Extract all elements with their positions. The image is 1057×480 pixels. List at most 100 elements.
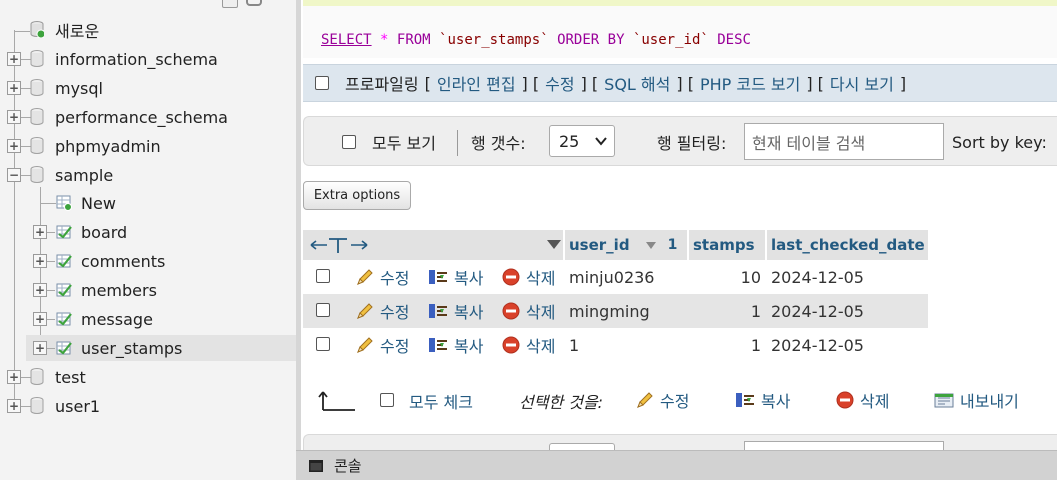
database-label: user1 bbox=[55, 396, 101, 416]
table-item-members[interactable]: members bbox=[56, 277, 157, 303]
sql-select-keyword[interactable]: SELECT bbox=[321, 32, 372, 48]
cell-stamps[interactable]: 1 bbox=[693, 294, 761, 328]
row-copy-button[interactable]: 복사 bbox=[427, 328, 483, 362]
explain-sql-link[interactable]: SQL 해석 bbox=[604, 71, 670, 95]
expand-toggle-test[interactable]: + bbox=[7, 370, 21, 384]
filter-rows-input[interactable]: 현재 테이블 검색 bbox=[744, 123, 944, 160]
row-checkbox[interactable] bbox=[316, 337, 330, 351]
bulk-export-button[interactable]: 내보내기 bbox=[933, 382, 1019, 418]
table-label: user_stamps bbox=[81, 338, 183, 358]
edit-query-link[interactable]: 수정 bbox=[545, 71, 574, 95]
row-delete-label: 삭제 bbox=[526, 269, 556, 288]
console-bar[interactable]: 콘솔 bbox=[296, 450, 1057, 480]
pencil-icon bbox=[357, 269, 373, 285]
cell-user_id[interactable]: minju0236 bbox=[569, 260, 654, 294]
bulk-copy-label: 복사 bbox=[761, 392, 791, 411]
results-table-header: user_id 1 stamps last_checked_date bbox=[303, 230, 928, 260]
row-edit-button[interactable]: 수정 bbox=[355, 260, 409, 294]
row-edit-button[interactable]: 수정 bbox=[355, 328, 409, 362]
sql-from-keyword: FROM bbox=[396, 32, 431, 48]
database-item-test[interactable]: test bbox=[30, 364, 86, 390]
row-copy-button[interactable]: 복사 bbox=[427, 260, 483, 294]
table-icon bbox=[56, 341, 72, 355]
cell-last_checked_date[interactable]: 2024-12-05 bbox=[771, 294, 864, 328]
row-delete-label: 삭제 bbox=[526, 303, 556, 322]
row-checkbox[interactable] bbox=[316, 269, 330, 283]
cell-stamps[interactable]: 1 bbox=[693, 328, 761, 362]
row-delete-button[interactable]: 삭제 bbox=[501, 294, 555, 328]
column-header-user_id-label: user_id bbox=[569, 236, 630, 254]
cell-user_id[interactable]: mingming bbox=[569, 294, 650, 328]
profiling-checkbox[interactable] bbox=[315, 76, 329, 90]
cell-last_checked_date[interactable]: 2024-12-05 bbox=[771, 260, 864, 294]
extra-options-button[interactable]: Extra options bbox=[303, 181, 411, 210]
expand-toggle-members[interactable]: + bbox=[33, 283, 47, 297]
console-label: 콘솔 bbox=[334, 457, 362, 475]
table-item-user_stamps[interactable]: user_stamps bbox=[56, 335, 182, 361]
column-header-last_checked_date[interactable]: last_checked_date bbox=[771, 230, 925, 260]
column-header-last_checked_date-label: last_checked_date bbox=[771, 236, 925, 254]
column-header-user_id[interactable]: user_id 1 bbox=[569, 230, 677, 260]
sql-table-name: `user_stamps` bbox=[439, 32, 549, 48]
database-item-phpmyadmin[interactable]: phpmyadmin bbox=[30, 133, 161, 159]
check-all-label[interactable]: 모두 체크 bbox=[409, 389, 473, 413]
bulk-copy-button[interactable]: 복사 bbox=[734, 382, 790, 418]
phpmyadmin-window: 새로운 + information_schema + mysql + performanc… bbox=[0, 0, 1057, 480]
create-php-code-link[interactable]: PHP 코드 보기 bbox=[700, 71, 800, 95]
expand-toggle-message[interactable]: + bbox=[33, 312, 47, 326]
expand-toggle-user_stamps[interactable]: + bbox=[33, 341, 47, 355]
table-item-board[interactable]: board bbox=[56, 219, 127, 245]
table-label: comments bbox=[81, 251, 166, 271]
row-checkbox[interactable] bbox=[316, 303, 330, 317]
expand-toggle-user1[interactable]: + bbox=[7, 399, 21, 413]
cell-user_id[interactable]: 1 bbox=[569, 328, 579, 362]
database-item-user1[interactable]: user1 bbox=[30, 393, 100, 419]
database-item-performance_schema[interactable]: performance_schema bbox=[30, 104, 228, 130]
database-icon bbox=[30, 368, 44, 385]
table-item-message[interactable]: message bbox=[56, 306, 153, 332]
column-resize-icon[interactable] bbox=[309, 236, 369, 254]
table-row: 수정 복사 삭제 1 1 2024-12-05 bbox=[303, 328, 928, 362]
extra-options-label: Extra options bbox=[313, 188, 401, 203]
delete-icon bbox=[502, 302, 520, 320]
check-all-checkbox[interactable] bbox=[380, 393, 394, 407]
new-database-item[interactable]: 새로운 bbox=[30, 17, 99, 43]
row-delete-button[interactable]: 삭제 bbox=[501, 260, 555, 294]
cell-last_checked_date[interactable]: 2024-12-05 bbox=[771, 328, 864, 362]
expand-toggle-mysql[interactable]: + bbox=[7, 81, 21, 95]
refresh-link[interactable]: 다시 보기 bbox=[830, 71, 894, 95]
expand-toggle-phpmyadmin[interactable]: + bbox=[7, 139, 21, 153]
database-label: information_schema bbox=[55, 49, 218, 69]
cell-stamps[interactable]: 10 bbox=[693, 260, 761, 294]
show-all-checkbox[interactable] bbox=[342, 135, 356, 149]
expand-toggle-comments[interactable]: + bbox=[33, 254, 47, 268]
new-table-item[interactable]: New bbox=[56, 190, 116, 216]
expand-toggle-information_schema[interactable]: + bbox=[7, 52, 21, 66]
database-item-mysql[interactable]: mysql bbox=[30, 75, 103, 101]
with-selected-label: 선택한 것을: bbox=[519, 393, 604, 412]
database-item-sample[interactable]: sample bbox=[30, 162, 113, 188]
expand-toggle-sample[interactable]: − bbox=[7, 168, 21, 182]
database-label: performance_schema bbox=[55, 107, 228, 127]
rows-count-select[interactable]: 25 bbox=[549, 125, 615, 157]
column-header-stamps[interactable]: stamps bbox=[693, 230, 755, 260]
table-item-comments[interactable]: comments bbox=[56, 248, 165, 274]
row-copy-button[interactable]: 복사 bbox=[427, 294, 483, 328]
database-label: phpmyadmin bbox=[55, 136, 161, 156]
row-edit-button[interactable]: 수정 bbox=[355, 294, 409, 328]
rows-count-label: 행 갯수: bbox=[471, 134, 526, 153]
query-options-bar: 프로파일링 [ 인라인 편집 ] [ 수정 ] [ SQL 해석 ] [ PHP… bbox=[303, 64, 1057, 102]
delete-icon bbox=[836, 391, 854, 409]
bulk-edit-button[interactable]: 수정 bbox=[635, 382, 689, 418]
database-item-information_schema[interactable]: information_schema bbox=[30, 46, 218, 72]
collapse-all-icon[interactable] bbox=[222, 0, 238, 8]
expand-toggle-performance_schema[interactable]: + bbox=[7, 110, 21, 124]
main-panel: SELECT * FROM `user_stamps` ORDER BY `us… bbox=[301, 0, 1057, 480]
expand-toggle-board[interactable]: + bbox=[33, 225, 47, 239]
column-options-chevron-icon[interactable] bbox=[546, 239, 562, 250]
row-delete-button[interactable]: 삭제 bbox=[501, 328, 555, 362]
bulk-delete-button[interactable]: 삭제 bbox=[835, 382, 889, 418]
export-icon bbox=[934, 393, 954, 408]
inline-edit-link[interactable]: 인라인 편집 bbox=[437, 71, 516, 95]
link-icon[interactable] bbox=[246, 0, 262, 6]
